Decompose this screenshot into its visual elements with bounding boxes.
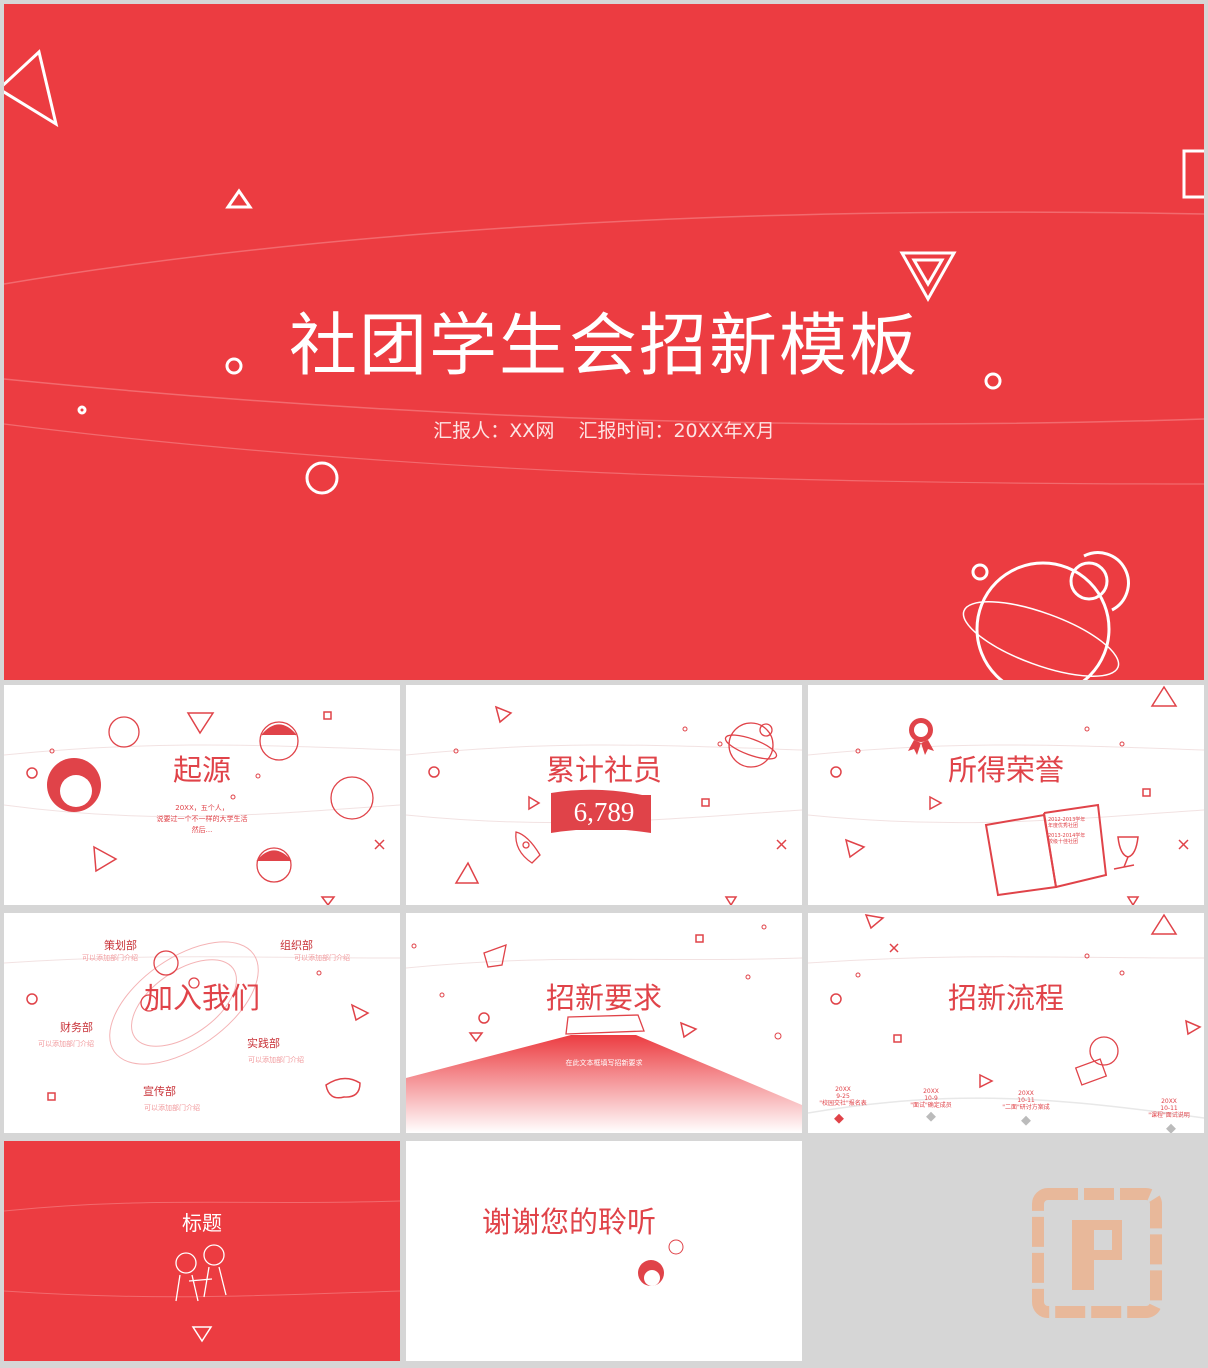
slide-process[interactable]: 招新流程 20XX 9-25 "校园交社"报名表 20XX 10-9 "面试"确… <box>808 913 1204 1133</box>
origin-text-line: 说要过一个不一样的大学生活 <box>156 815 248 823</box>
notebook-icon <box>984 803 1108 897</box>
slide-honors[interactable]: 所得荣誉 2012-2013学年 年度优秀社团 2013-2014学年 校级十佳… <box>808 685 1204 905</box>
dept-name: 策划部 <box>104 939 137 952</box>
gamepad-icon <box>325 1077 361 1099</box>
dept-name: 宣传部 <box>143 1085 176 1098</box>
square-icon <box>893 1034 902 1043</box>
process-title: 招新流程 <box>947 981 1064 1015</box>
timeline-text: "二面"研讨方案成 <box>1002 1104 1050 1111</box>
timeline-marker <box>834 1111 1176 1133</box>
dept-name: 实践部 <box>247 1037 280 1050</box>
cross-icon <box>374 839 385 850</box>
origin-text-line: 然后... <box>191 826 213 834</box>
avatar-icon <box>1074 1036 1119 1086</box>
origin-text: 20XX，五个人， 说要过一个不一样的大学生活 然后... <box>4 803 400 836</box>
watermark-logo <box>1032 1188 1162 1318</box>
planet-icon <box>962 551 1130 680</box>
members-count: 6,789 <box>573 797 635 827</box>
timeline-label: 20XX 9-25 "校园交社"报名表 <box>808 1086 878 1107</box>
dept-name: 组织部 <box>280 939 313 952</box>
timeline-label: 20XX 10-11 "二面"研讨方案成 <box>991 1090 1061 1111</box>
cover-title: 社团学生会招新模板 <box>288 307 919 386</box>
slide-members[interactable]: 累计社员 6,789 <box>406 685 802 905</box>
timeline-date: 20XX 10-11 <box>1017 1090 1035 1104</box>
kids-illustration-icon <box>175 1244 227 1302</box>
cross-icon <box>776 839 787 850</box>
slide-requirements[interactable]: 招新要求 在此文本框填写招新要求 <box>406 913 802 1133</box>
triangle-icon <box>191 1326 213 1343</box>
dept-desc: 可以添加部门介绍 <box>144 1104 200 1112</box>
dept-desc: 可以添加部门介绍 <box>294 954 350 962</box>
slide-thanks[interactable]: 谢谢您的聆听 <box>406 1141 802 1361</box>
section-decorations <box>4 1200 400 1343</box>
dept-desc: 可以添加部门介绍 <box>38 1040 94 1048</box>
honors-notes: 2012-2013学年 年度优秀社团 2013-2014学年 校级十佳社团 <box>1048 817 1085 845</box>
triangle-icon <box>4 49 957 303</box>
timeline-text: "课程"面试说明 <box>1148 1112 1190 1119</box>
members-title: 累计社员 <box>545 753 662 787</box>
keyboard-icon <box>565 1014 645 1035</box>
cover-subtitle: 汇报人：XX网 汇报时间：20XX年X月 <box>433 420 775 442</box>
square-icon <box>1182 149 1204 199</box>
timeline-label: 20XX 10-9 "面试"确定成员 <box>896 1088 966 1109</box>
origin-title: 起源 <box>172 753 231 787</box>
dept-desc: 可以添加部门介绍 <box>248 1056 304 1064</box>
origin-decorations <box>4 711 400 905</box>
thanks-title: 谢谢您的聆听 <box>482 1205 657 1239</box>
honors-title: 所得荣誉 <box>947 753 1064 787</box>
members-decorations <box>406 705 802 905</box>
pen-icon <box>483 943 507 968</box>
square-icon <box>47 1092 56 1101</box>
requirements-body: 在此文本框填写招新要求 <box>565 1059 643 1067</box>
cover-slide[interactable]: 社团学生会招新模板 汇报人：XX网 汇报时间：20XX年X月 <box>4 4 1204 680</box>
timeline-text: "校园交社"报名表 <box>819 1100 867 1107</box>
timeline-date: 20XX 10-11 <box>1160 1098 1178 1112</box>
join-title: 加入我们 <box>143 981 260 1015</box>
requirements-decorations <box>406 924 802 1133</box>
triangle-icon <box>844 685 1178 905</box>
dept-desc: 可以添加部门介绍 <box>82 954 138 962</box>
light-beam <box>406 1035 802 1133</box>
avatar-icon <box>108 716 374 883</box>
square-icon <box>323 711 332 720</box>
origin-text-line: 20XX，五个人， <box>175 804 229 812</box>
honors-note: 校级十佳社团 <box>1048 839 1079 845</box>
dept-name: 财务部 <box>60 1021 93 1034</box>
thanks-decorations <box>638 1239 684 1286</box>
cross-icon <box>1178 839 1189 850</box>
timeline-text: "面试"确定成员 <box>910 1102 952 1109</box>
honors-note: 年度优秀社团 <box>1048 823 1079 829</box>
section-title: 标题 <box>182 1211 222 1235</box>
cross-icon <box>889 943 899 953</box>
honors-decorations <box>808 685 1204 905</box>
slide-join[interactable]: 加入我们 策划部 可以添加部门介绍 组织部 可以添加部门介绍 财务部 可以添加部… <box>4 913 400 1133</box>
timeline-date: 20XX 9-25 <box>835 1086 851 1100</box>
requirements-title: 招新要求 <box>545 981 662 1015</box>
rocket-icon <box>515 831 541 864</box>
slide-origin[interactable]: 起源 20XX，五个人， 说要过一个不一样的大学生活 然后... <box>4 685 400 905</box>
square-icon <box>695 934 704 943</box>
slide-section[interactable]: 标题 <box>4 1141 400 1361</box>
timeline-date: 20XX 10-9 <box>923 1088 939 1102</box>
trophy-icon <box>1113 836 1139 870</box>
square-icon <box>1142 788 1151 797</box>
timeline-label: 20XX 10-11 "课程"面试说明 <box>1134 1098 1204 1119</box>
avatar-icon <box>638 1239 684 1286</box>
